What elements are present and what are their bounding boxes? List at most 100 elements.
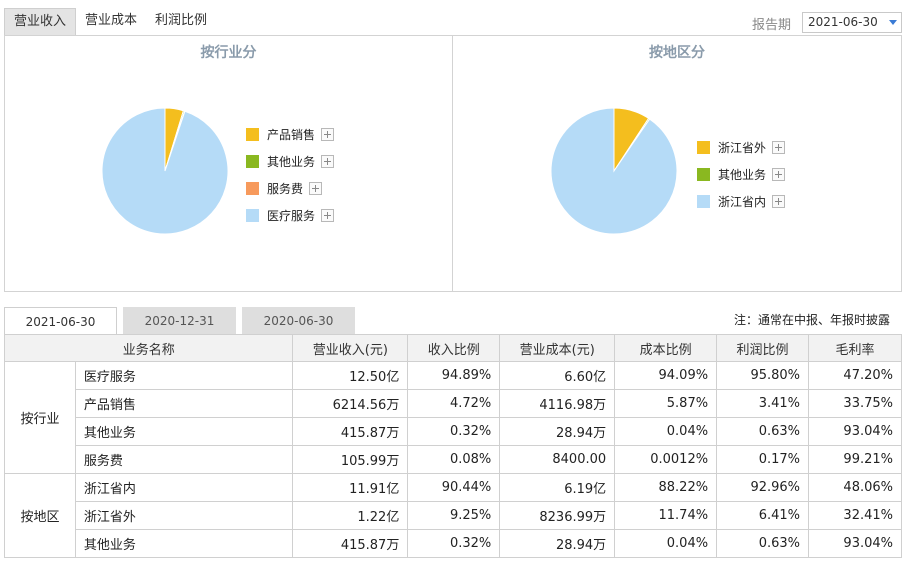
table-cell: 93.04% [808, 417, 902, 446]
legend-swatch [246, 209, 259, 222]
table-cell: 0.0012% [614, 445, 718, 474]
business-name-cell: 医疗服务 [74, 361, 294, 390]
period-tab-2020-12-31[interactable]: 2020-12-31 [123, 307, 236, 335]
table-header-row: 业务名称 营业收入(元) 收入比例 营业成本(元) 成本比例 利润比例 毛利率 [3, 334, 902, 362]
table-cell: 3.41% [716, 389, 810, 418]
period-tab-2020-06-30[interactable]: 2020-06-30 [242, 307, 355, 335]
table-cell: 12.50亿 [292, 361, 409, 390]
industry-pie-chart [101, 107, 229, 235]
industry-legend: 产品销售 其他业务 服务费 医疗服务 [246, 121, 335, 229]
table-cell: 0.32% [407, 417, 501, 446]
table-cell: 8236.99万 [499, 501, 616, 530]
header-profit-ratio: 利润比例 [716, 334, 810, 362]
legend-label: 其他业务 [718, 168, 767, 182]
legend-swatch [246, 128, 259, 141]
industry-chart-panel: 按行业分 产品销售 其他业务 服务费 医疗服务 [5, 36, 453, 291]
charts-container: 按行业分 产品销售 其他业务 服务费 医疗服务 按地区分 浙江省外 其他业务 浙… [4, 35, 902, 292]
legend-label: 浙江省内 [718, 195, 767, 209]
header-business-name: 业务名称 [3, 334, 294, 362]
header-cost: 营业成本(元) [499, 334, 616, 362]
table-cell: 0.17% [716, 445, 810, 474]
legend-label: 服务费 [267, 182, 304, 196]
table-cell: 6.19亿 [499, 473, 616, 502]
table-cell: 11.74% [614, 501, 718, 530]
header-revenue: 营业收入(元) [292, 334, 409, 362]
period-tab-2021-06-30[interactable]: 2021-06-30 [4, 307, 117, 335]
table-cell: 0.63% [716, 417, 810, 446]
table-cell: 0.63% [716, 529, 810, 558]
row-group-label: 按行业 [4, 361, 76, 474]
table-cell: 8400.00 [499, 445, 616, 474]
table-row: 服务费 105.99万 0.08% 8400.00 0.0012% 0.17% 99.21% [5, 445, 902, 474]
table-row: 按行业 医疗服务 12.50亿 94.89% 6.60亿 94.09% 95.80% 47.2… [4, 361, 902, 474]
disclosure-note: 注：通常在中报、年报时披露 [734, 313, 891, 327]
expand-plus-icon[interactable] [321, 128, 335, 141]
expand-plus-icon[interactable] [321, 155, 335, 168]
expand-plus-icon[interactable] [772, 168, 786, 181]
table-cell: 415.87万 [292, 529, 409, 558]
table-body: 按行业 医疗服务 12.50亿 94.89% 6.60亿 94.09% 95.80% 47.2… [4, 361, 902, 558]
table-cell: 6.60亿 [499, 361, 616, 390]
table-cell: 28.94万 [499, 529, 616, 558]
expand-plus-icon[interactable] [309, 182, 323, 195]
table-cell: 0.04% [614, 529, 718, 558]
table-cell: 47.20% [808, 361, 902, 390]
legend-item-other-business: 其他业务 [697, 161, 786, 188]
table-cell: 33.75% [808, 389, 902, 418]
table-cell: 0.04% [614, 417, 718, 446]
table-cell: 99.21% [808, 445, 902, 474]
expand-plus-icon[interactable] [772, 195, 786, 208]
legend-swatch [697, 195, 710, 208]
chevron-down-icon [889, 20, 897, 25]
expand-plus-icon[interactable] [772, 141, 786, 154]
business-name-cell: 服务费 [74, 445, 294, 474]
table-cell: 5.87% [614, 389, 718, 418]
business-name-cell: 浙江省外 [74, 501, 294, 530]
legend-swatch [246, 182, 259, 195]
legend-item-service-fee: 服务费 [246, 175, 334, 202]
top-tab-bar: 营业收入 营业成本 利润比例 [4, 8, 216, 36]
tab-operating-cost[interactable]: 营业成本 [76, 8, 146, 36]
tab-profit-ratio[interactable]: 利润比例 [146, 8, 216, 36]
table-row: 浙江省外 1.22亿 9.25% 8236.99万 11.74% 6.41% 32.41% [5, 501, 902, 530]
pie-slice-医疗服务[interactable] [101, 107, 229, 235]
revenue-breakdown-table: 业务名称 营业收入(元) 收入比例 营业成本(元) 成本比例 利润比例 毛利率 … [3, 334, 902, 558]
table-cell: 94.09% [614, 361, 718, 390]
table-cell: 4116.98万 [499, 389, 616, 418]
table-cell: 32.41% [808, 501, 902, 530]
table-cell: 415.87万 [292, 417, 409, 446]
table-cell: 6214.56万 [292, 389, 409, 418]
business-name-cell: 其他业务 [74, 529, 294, 558]
table-row: 其他业务 415.87万 0.32% 28.94万 0.04% 0.63% 93.04% [5, 529, 902, 558]
table-cell: 92.96% [716, 473, 810, 502]
table-cell: 28.94万 [499, 417, 616, 446]
table-cell: 94.89% [407, 361, 501, 390]
table-cell: 95.80% [716, 361, 810, 390]
table-row: 按地区 浙江省内 11.91亿 90.44% 6.19亿 88.22% 92.96% 48.0… [4, 473, 902, 558]
business-name-cell: 其他业务 [74, 417, 294, 446]
legend-item-medical-service: 医疗服务 [246, 202, 335, 229]
report-period-value: 2021-06-30 [808, 15, 878, 29]
legend-label: 浙江省外 [718, 141, 767, 155]
pie-slice-浙江省内[interactable] [550, 107, 678, 235]
legend-item-outside-zhejiang: 浙江省外 [697, 134, 786, 161]
table-cell: 6.41% [716, 501, 810, 530]
industry-chart-title: 按行业分 [200, 45, 257, 61]
period-tab-bar: 2021-06-30 2020-12-31 2020-06-30 [4, 307, 361, 335]
legend-label: 产品销售 [267, 128, 316, 142]
legend-item-inside-zhejiang: 浙江省内 [697, 188, 786, 215]
table-row: 其他业务 415.87万 0.32% 28.94万 0.04% 0.63% 93.04% [5, 417, 902, 446]
header-cost-ratio: 成本比例 [614, 334, 718, 362]
header-gross-margin: 毛利率 [808, 334, 902, 362]
report-period-select[interactable]: 2021-06-30 [802, 12, 902, 33]
legend-item-product-sales: 产品销售 [246, 121, 335, 148]
region-chart-title: 按地区分 [649, 45, 705, 61]
row-group-label: 按地区 [4, 473, 76, 558]
table-cell: 105.99万 [292, 445, 409, 474]
expand-plus-icon[interactable] [321, 209, 335, 222]
header-revenue-ratio: 收入比例 [407, 334, 501, 362]
tab-operating-revenue[interactable]: 营业收入 [4, 8, 77, 36]
table-cell: 93.04% [808, 529, 902, 558]
table-cell: 48.06% [808, 473, 902, 502]
table-cell: 11.91亿 [292, 473, 409, 502]
